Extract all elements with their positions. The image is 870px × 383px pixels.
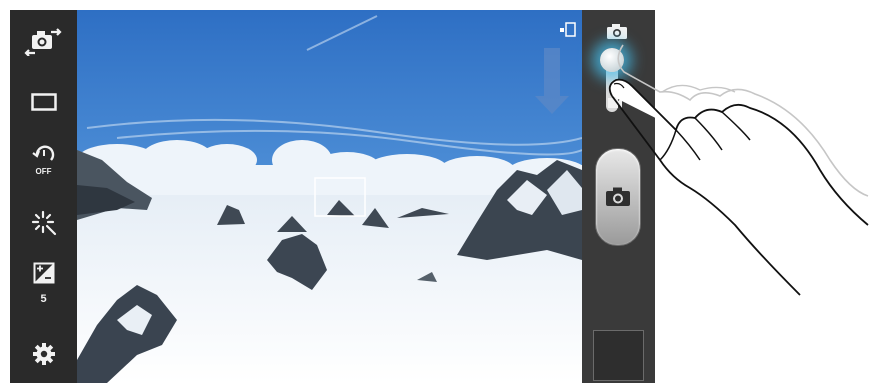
hand-gesture-illustration (608, 44, 869, 296)
